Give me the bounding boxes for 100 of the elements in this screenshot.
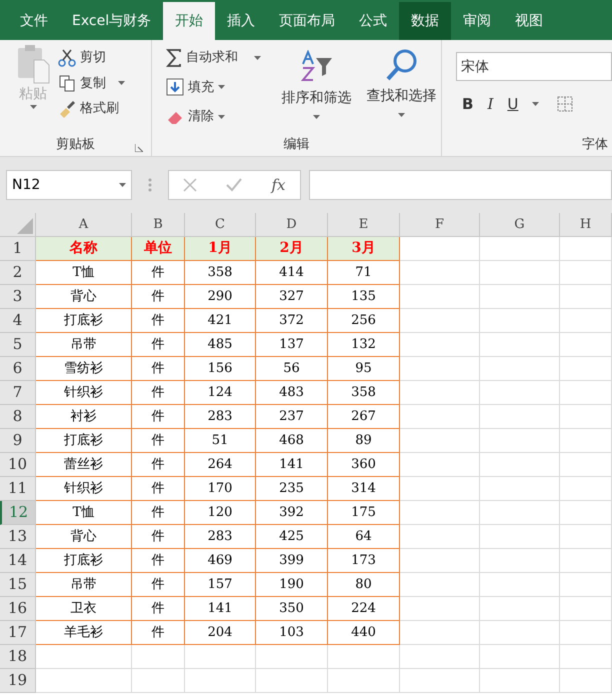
select-all-icon[interactable] [17, 218, 33, 234]
empty-cell[interactable] [560, 237, 612, 261]
empty-cell[interactable] [480, 261, 560, 285]
empty-cell[interactable] [480, 477, 560, 501]
format-painter-button[interactable]: 格式刷 [58, 99, 125, 118]
name-box[interactable]: N12 [6, 170, 132, 200]
empty-cell[interactable] [560, 357, 612, 381]
ribbon-tab[interactable]: 页面布局 [267, 2, 348, 40]
column-header[interactable]: F [400, 213, 480, 236]
empty-cell[interactable] [400, 621, 480, 645]
row-header[interactable]: 4 [0, 309, 36, 333]
sort-filter-button[interactable]: 排序和筛选 [282, 88, 352, 109]
close-icon[interactable] [183, 178, 198, 192]
empty-cell[interactable] [480, 309, 560, 333]
row-header[interactable]: 17 [0, 621, 36, 645]
empty-cell[interactable] [560, 453, 612, 477]
autosum-button[interactable]: 自动求和 [166, 48, 272, 68]
row-header[interactable]: 16 [0, 597, 36, 621]
column-header[interactable]: E [328, 213, 400, 236]
empty-cell[interactable] [400, 645, 480, 669]
borders-icon[interactable] [557, 96, 574, 112]
column-header[interactable]: C [185, 213, 256, 236]
empty-cell[interactable] [480, 573, 560, 597]
row-header[interactable]: 1 [0, 237, 36, 261]
empty-cell[interactable] [560, 333, 612, 357]
empty-cell[interactable] [132, 645, 185, 669]
empty-cell[interactable] [400, 477, 480, 501]
empty-cell[interactable] [560, 549, 612, 573]
row-header[interactable]: 9 [0, 429, 36, 453]
empty-cell[interactable] [328, 669, 400, 693]
insert-function-button[interactable]: fx [271, 174, 286, 196]
empty-cell[interactable] [560, 405, 612, 429]
copy-button[interactable]: 复制 [58, 74, 125, 93]
empty-cell[interactable] [256, 669, 328, 693]
bold-button[interactable]: B [462, 93, 474, 116]
column-header[interactable]: G [480, 213, 560, 236]
row-header[interactable]: 15 [0, 573, 36, 597]
formula-input-field[interactable] [309, 170, 612, 200]
empty-cell[interactable] [480, 645, 560, 669]
empty-cell[interactable] [132, 669, 185, 693]
empty-cell[interactable] [185, 645, 256, 669]
empty-cell[interactable] [256, 645, 328, 669]
empty-cell[interactable] [560, 381, 612, 405]
row-header[interactable]: 18 [0, 645, 36, 669]
find-select-button[interactable]: 查找和选择 [366, 86, 437, 107]
ribbon-tab[interactable]: 公式 [347, 2, 400, 40]
empty-cell[interactable] [480, 405, 560, 429]
empty-cell[interactable] [400, 381, 480, 405]
empty-cell[interactable] [400, 333, 480, 357]
empty-cell[interactable] [560, 645, 612, 669]
empty-cell[interactable] [560, 261, 612, 285]
empty-cell[interactable] [400, 429, 480, 453]
ribbon-tab[interactable]: 审阅 [451, 2, 504, 40]
empty-cell[interactable] [480, 237, 560, 261]
fill-button[interactable]: 填充 [166, 78, 272, 97]
empty-cell[interactable] [400, 453, 480, 477]
empty-cell[interactable] [400, 597, 480, 621]
ribbon-tab[interactable]: 插入 [215, 2, 268, 40]
row-header[interactable]: 13 [0, 525, 36, 549]
empty-cell[interactable] [560, 285, 612, 309]
font-name-field[interactable]: 宋体 [456, 52, 612, 81]
empty-cell[interactable] [185, 669, 256, 693]
empty-cell[interactable] [400, 261, 480, 285]
row-header[interactable]: 3 [0, 285, 36, 309]
ribbon-tab[interactable]: 文件 [8, 2, 60, 40]
row-header[interactable]: 5 [0, 333, 36, 357]
empty-cell[interactable] [480, 381, 560, 405]
empty-cell[interactable] [480, 669, 560, 693]
empty-cell[interactable] [560, 501, 612, 525]
empty-cell[interactable] [400, 501, 480, 525]
row-header[interactable]: 10 [0, 453, 36, 477]
checkmark-icon[interactable] [226, 178, 242, 192]
empty-cell[interactable] [560, 669, 612, 693]
empty-cell[interactable] [400, 549, 480, 573]
empty-cell[interactable] [480, 621, 560, 645]
column-header[interactable]: D [256, 213, 328, 236]
italic-button[interactable]: I [487, 93, 494, 116]
row-header[interactable]: 7 [0, 381, 36, 405]
ribbon-tab[interactable]: 视图 [503, 2, 556, 40]
empty-cell[interactable] [400, 285, 480, 309]
ribbon-tab[interactable]: 开始 [163, 2, 216, 40]
dialog-launcher-icon[interactable] [135, 144, 143, 152]
empty-cell[interactable] [400, 405, 480, 429]
empty-cell[interactable] [480, 285, 560, 309]
row-header[interactable]: 6 [0, 357, 36, 381]
empty-cell[interactable] [480, 525, 560, 549]
empty-cell[interactable] [480, 501, 560, 525]
empty-cell[interactable] [480, 429, 560, 453]
empty-cell[interactable] [480, 357, 560, 381]
empty-cell[interactable] [480, 453, 560, 477]
column-header[interactable]: A [36, 213, 132, 236]
column-header[interactable]: H [560, 213, 612, 236]
empty-cell[interactable] [400, 669, 480, 693]
empty-cell[interactable] [560, 525, 612, 549]
empty-cell[interactable] [560, 621, 612, 645]
row-header[interactable]: 19 [0, 669, 36, 693]
empty-cell[interactable] [400, 573, 480, 597]
empty-cell[interactable] [400, 309, 480, 333]
row-header[interactable]: 8 [0, 405, 36, 429]
empty-cell[interactable] [480, 549, 560, 573]
